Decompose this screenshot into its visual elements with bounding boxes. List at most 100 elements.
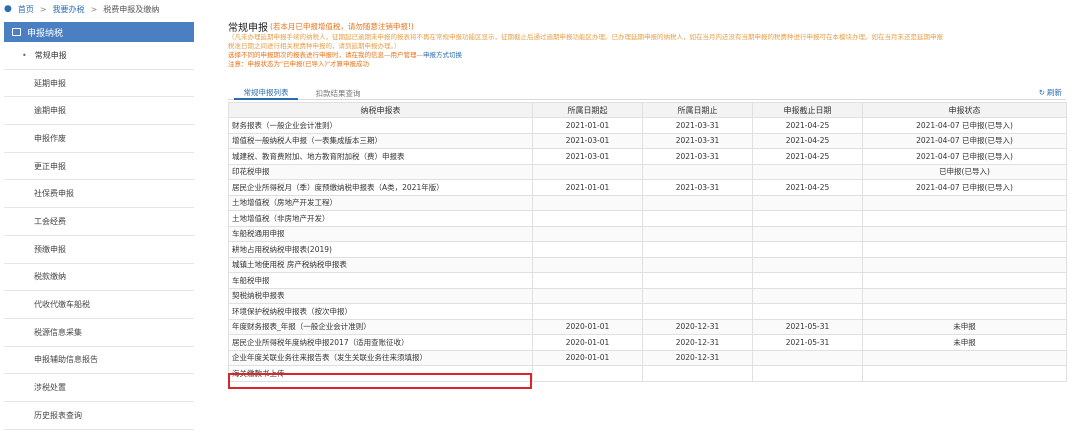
notice-line-1: （凡未办理延期申报手续的纳税人，征期起已逾期未申报的报表将不再在常规申报功能区显… [228, 33, 943, 41]
table-cell: 2021-03-31 [642, 117, 753, 134]
table-row: 增值税一般纳税人申报（一表集成版本三期） 2021-03-01 2021-03-31… [228, 132, 1067, 149]
tab-bar: 常规申报列表 扣款结果查询 ↻ 刷新 [228, 86, 1066, 100]
breadcrumb-separator: > [39, 4, 47, 14]
table-row: 印花税申报 已申报(已导入) [228, 163, 1067, 180]
table-cell [532, 163, 643, 180]
table-cell [642, 194, 753, 211]
table-cell: 2021-03-31 [642, 179, 753, 196]
sidebar-item[interactable]: 税源信息采集 [4, 318, 194, 347]
table-row: 海关缴款书上传 [228, 365, 1067, 382]
table-cell: 2021-05-31 [752, 334, 863, 351]
sidebar-item[interactable]: 预缴申报 [4, 235, 194, 264]
form-name-link[interactable]: 环境保护税纳税申报表（按次申报） [228, 303, 533, 320]
declaration-table: 纳税申报表 所属日期起 所属日期止 申报截止日期 申报状态 财务报表（一般企业会… [228, 102, 1067, 382]
form-name-link[interactable]: 城建税、教育费附加、地方教育附加税（费）申报表 [228, 148, 533, 165]
table-cell: 2020-12-31 [642, 318, 753, 335]
table-cell [752, 194, 863, 211]
table-cell [862, 272, 1067, 289]
form-name-link[interactable]: 财务报表（一般企业会计准则） [228, 117, 533, 134]
refresh-button[interactable]: ↻ 刷新 [1039, 87, 1062, 98]
title-warning: (若本月已申报增值税，请勿随意注销申报!) [270, 22, 414, 31]
breadcrumb-tax[interactable]: 我要办税 [53, 4, 85, 15]
form-name-link[interactable]: 海关缴款书上传 [228, 365, 533, 382]
form-name-link[interactable]: 土地增值税（房地产开发工程） [228, 194, 533, 211]
table-header-row: 纳税申报表 所属日期起 所属日期止 申报截止日期 申报状态 [228, 102, 1067, 118]
sidebar-item[interactable]: 逾期申报 [4, 97, 194, 126]
table-row: 企业年度关联业务往来报告表（发生关联业务往来须填报） 2020-01-01 2020… [228, 349, 1067, 366]
refresh-icon: ↻ [1038, 88, 1045, 97]
table-cell [752, 225, 863, 242]
table-cell [532, 194, 643, 211]
sidebar-item[interactable]: 更正申报 [4, 152, 194, 181]
notice-line-4: 注意：申报状态为"已申报(已导入)"才算申报成功 [228, 60, 370, 68]
form-name-link[interactable]: 年度财务报表_年报（一般企业会计准则） [228, 318, 533, 335]
table-cell [752, 365, 863, 382]
table-cell [752, 163, 863, 180]
form-name-link[interactable]: 城镇土地使用税 房产税纳税申报表 [228, 256, 533, 273]
table-cell: 2021-04-07 已申报(已导入) [862, 148, 1067, 165]
table-row: 耕地占用税纳税申报表(2019) [228, 241, 1067, 258]
table-cell [752, 256, 863, 273]
table-cell [752, 210, 863, 227]
sidebar-item[interactable]: 社保费申报 [4, 180, 194, 209]
notice-line-3-link[interactable]: 申报方式切换 [423, 51, 462, 59]
table-cell: 2021-03-01 [532, 148, 643, 165]
sidebar-item[interactable]: 申报作废 [4, 125, 194, 153]
table-cell [752, 287, 863, 304]
sidebar-header[interactable]: 申报纳税 [4, 22, 194, 42]
breadcrumb-current: 税费申报及缴纳 [103, 4, 160, 14]
sidebar-item[interactable]: 工会经费 [4, 208, 194, 236]
table-cell: 2021-01-01 [532, 117, 643, 134]
tab-regular-list[interactable]: 常规申报列表 [234, 86, 298, 100]
notice-line-2: 税准日期之间进行相关税费种申报的，请到延期申报办理。） [228, 42, 401, 50]
table-cell: 2021-04-07 已申报(已导入) [862, 132, 1067, 149]
form-name-link[interactable]: 车船税通用申报 [228, 225, 533, 242]
table-cell [642, 365, 753, 382]
table-row: 契税纳税申报表 [228, 287, 1067, 304]
sidebar-item[interactable]: 代收代缴车船税 [4, 291, 194, 319]
page-title-text: 常规申报 [228, 23, 268, 34]
sidebar-item[interactable]: 历史报表查询 [4, 401, 194, 430]
table-cell [752, 241, 863, 258]
table-cell: 2020-12-31 [642, 334, 753, 351]
table-cell: 2021-04-25 [752, 132, 863, 149]
table-cell: 未申报 [862, 334, 1067, 351]
table-cell [532, 287, 643, 304]
table-cell: 2021-03-31 [642, 132, 753, 149]
sidebar-item[interactable]: 涉税处置 [4, 374, 194, 402]
table-row: 年度财务报表_年报（一般企业会计准则） 2020-01-01 2020-12-31 2… [228, 318, 1067, 335]
table-cell [862, 241, 1067, 258]
breadcrumb: ● 首页 > 我要办税 > 税费申报及缴纳 [4, 3, 159, 15]
sidebar-item[interactable]: 申报辅助信息报告 [4, 346, 194, 375]
location-pin-icon: ● [4, 4, 12, 14]
col-header-start: 所属日期起 [532, 102, 643, 118]
breadcrumb-home[interactable]: 首页 [18, 4, 34, 15]
col-header-deadline: 申报截止日期 [752, 102, 863, 118]
table-cell: 2020-12-31 [642, 349, 753, 366]
table-cell: 2021-01-01 [532, 179, 643, 196]
form-name-link[interactable]: 增值税一般纳税人申报（一表集成版本三期） [228, 132, 533, 149]
form-name-link[interactable]: 居民企业所得税月（季）度预缴纳税申报表（A类，2021年版） [228, 179, 533, 196]
table-row: 居民企业所得税月（季）度预缴纳税申报表（A类，2021年版） 2021-01-01… [228, 179, 1067, 196]
sidebar-item[interactable]: 常规申报 [4, 42, 194, 70]
form-name-link[interactable]: 土地增值税（非房地产开发） [228, 210, 533, 227]
sidebar-item[interactable]: 延期申报 [4, 69, 194, 98]
tab-deduction-query[interactable]: 扣款结果查询 [306, 86, 370, 100]
table-cell [862, 303, 1067, 320]
page-title: 常规申报 (若本月已申报增值税，请勿随意注销申报!) [228, 20, 1066, 34]
form-name-link[interactable]: 耕地占用税纳税申报表(2019) [228, 241, 533, 258]
table-cell: 2021-05-31 [752, 318, 863, 335]
table-cell [642, 225, 753, 242]
form-name-link[interactable]: 印花税申报 [228, 163, 533, 180]
table-cell [642, 303, 753, 320]
form-name-link[interactable]: 车船税申报 [228, 272, 533, 289]
form-name-link[interactable]: 企业年度关联业务往来报告表（发生关联业务往来须填报） [228, 349, 533, 366]
col-header-status: 申报状态 [862, 102, 1067, 118]
table-cell [642, 210, 753, 227]
table-cell: 2021-03-31 [642, 148, 753, 165]
sidebar-item[interactable]: 税款缴纳 [4, 263, 194, 292]
table-cell [862, 210, 1067, 227]
table-cell [642, 287, 753, 304]
form-name-link[interactable]: 居民企业所得税年度纳税申报2017（适用查账征收） [228, 334, 533, 351]
form-name-link[interactable]: 契税纳税申报表 [228, 287, 533, 304]
